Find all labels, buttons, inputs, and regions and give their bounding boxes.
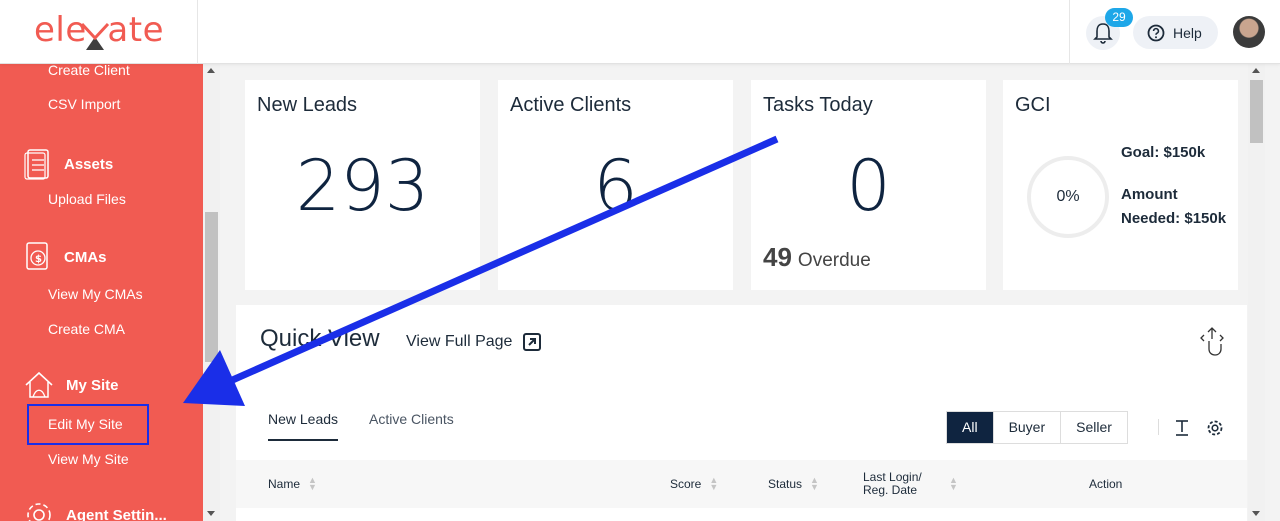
help-button[interactable]: Help — [1133, 16, 1218, 49]
column-label: Last Login/ Reg. Date — [863, 470, 922, 497]
column-name[interactable]: Name ▲ ▼ — [268, 460, 317, 508]
sidebar-section-my-site[interactable]: My Site — [24, 370, 119, 400]
sort-icon: ▲ ▼ — [949, 475, 958, 492]
column-label: Name — [268, 477, 301, 491]
annotation-highlight-box — [27, 404, 149, 445]
quick-view-panel: Quick View View Full Page New Leads Acti… — [236, 305, 1247, 521]
sidebar-section-agent-settings[interactable]: Agent Settin... — [24, 500, 167, 521]
column-score[interactable]: Score ▲ ▼ — [670, 460, 718, 508]
tab-active-clients[interactable]: Active Clients — [369, 411, 454, 427]
sidebar-scrollbar-thumb[interactable] — [205, 212, 218, 362]
column-last-login[interactable]: Last Login/ Reg. Date ▲ ▼ — [863, 460, 958, 508]
sort-icon: ▲ ▼ — [308, 475, 317, 492]
avatar[interactable] — [1233, 16, 1265, 48]
sidebar-item-create-cma[interactable]: Create CMA — [48, 321, 125, 337]
filter-all[interactable]: All — [947, 412, 994, 443]
gci-amount-needed: Amount Needed: $150k — [1121, 186, 1227, 227]
document-icon — [24, 149, 49, 180]
text-height-icon[interactable] — [1174, 419, 1190, 437]
scroll-up-icon[interactable] — [1252, 68, 1260, 73]
overdue-label: Overdue — [797, 250, 871, 271]
scroll-down-icon[interactable] — [207, 511, 215, 516]
scroll-down-icon[interactable] — [1252, 511, 1260, 516]
card-new-leads[interactable]: New Leads 293 — [245, 80, 480, 290]
help-label: Help — [1173, 24, 1202, 41]
gear-icon — [27, 503, 51, 521]
table-header: Name ▲ ▼ Score ▲ ▼ Status ▲ ▼ Last Login/ Reg.… — [236, 460, 1247, 508]
card-title: New Leads — [257, 94, 358, 116]
column-status[interactable]: Status ▲ ▼ — [768, 460, 819, 508]
sort-icon: ▲ ▼ — [810, 475, 819, 492]
filter-seller[interactable]: Seller — [1061, 412, 1127, 443]
sidebar-section-label: My Site — [66, 376, 119, 394]
card-title: Active Clients — [510, 94, 632, 116]
card-value: 0 — [846, 145, 891, 227]
scroll-up-icon[interactable] — [207, 68, 215, 73]
logo-v-icon — [80, 22, 110, 40]
filter-buyer[interactable]: Buyer — [993, 412, 1062, 443]
overdue-count[interactable]: 49 Overdue — [763, 242, 871, 273]
overdue-number: 49 — [763, 242, 792, 272]
card-gci[interactable]: GCI 0% Goal: $150k Amount Needed: $150k — [1003, 80, 1238, 290]
quick-view-title: Quick View — [260, 325, 380, 352]
cma-icon: $ — [26, 242, 48, 270]
view-full-page-label: View Full Page — [406, 333, 513, 350]
sidebar-section-label: CMAs — [64, 248, 107, 266]
column-label: Score — [670, 477, 702, 491]
tab-new-leads[interactable]: New Leads — [268, 411, 339, 441]
card-active-clients[interactable]: Active Clients 6 — [498, 80, 733, 290]
svg-text:$: $ — [35, 254, 42, 265]
house-icon — [25, 371, 53, 398]
sidebar-item-csv-import[interactable]: CSV Import — [48, 96, 120, 112]
sidebar-item-create-client[interactable]: Create Client — [48, 64, 130, 78]
sidebar-section-label: Agent Settin... — [66, 506, 167, 521]
header-divider — [1069, 0, 1070, 64]
notification-badge: 29 — [1105, 8, 1133, 27]
sidebar-item-view-my-site[interactable]: View My Site — [48, 451, 129, 467]
column-label: Action — [1089, 477, 1123, 491]
sidebar-section-cmas[interactable]: $ CMAs — [24, 241, 107, 273]
lead-type-filter: All Buyer Seller — [946, 411, 1128, 444]
sort-icon: ▲ ▼ — [709, 475, 719, 492]
sidebar: Create Client CSV Import Assets Upload F… — [0, 64, 203, 521]
sidebar-item-upload-files[interactable]: Upload Files — [48, 191, 126, 207]
card-value: 6 — [593, 145, 638, 227]
gci-goal: Goal: $150k — [1121, 144, 1206, 161]
main-scrollbar-thumb[interactable] — [1250, 80, 1263, 143]
question-icon — [1147, 24, 1165, 41]
sidebar-section-assets[interactable]: Assets — [24, 148, 113, 180]
gci-percent: 0% — [1056, 188, 1080, 205]
card-title: Tasks Today — [763, 94, 873, 116]
logo-container[interactable]: elevate — [0, 0, 198, 64]
top-header: elevate 29 Help — [0, 0, 1280, 64]
drag-pointer-icon[interactable] — [1198, 325, 1226, 357]
external-link-icon — [523, 333, 542, 351]
card-tasks-today[interactable]: Tasks Today 0 49 Overdue — [751, 80, 986, 290]
card-value: 293 — [295, 145, 430, 227]
card-title: GCI — [1015, 94, 1051, 116]
column-label: Status — [768, 477, 803, 491]
sidebar-section-label: Assets — [64, 155, 114, 173]
gci-progress-ring: 0% — [1027, 156, 1109, 238]
view-full-page-link[interactable]: View Full Page — [406, 332, 542, 352]
sidebar-item-view-my-cmas[interactable]: View My CMAs — [48, 286, 143, 302]
toolbar-divider — [1158, 419, 1159, 435]
column-action: Action — [1089, 460, 1122, 508]
settings-gear-icon[interactable] — [1206, 419, 1224, 437]
